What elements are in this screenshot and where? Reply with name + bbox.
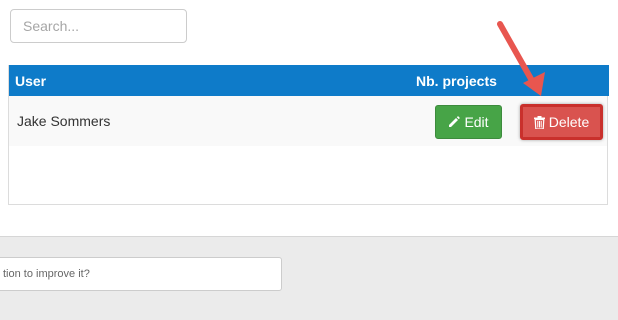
footer	[0, 236, 618, 320]
column-header-user: User	[15, 73, 47, 89]
user-name-cell: Jake Sommers	[17, 113, 111, 129]
column-header-projects: Nb. projects	[416, 73, 497, 89]
page: User Nb. projects Jake Sommers Edit	[0, 0, 618, 320]
feedback-input[interactable]	[0, 257, 282, 291]
edit-button[interactable]: Edit	[435, 105, 502, 139]
search-input[interactable]	[10, 9, 187, 43]
table-row: Jake Sommers Edit Delete	[9, 96, 607, 146]
trash-icon	[533, 115, 545, 129]
table-header: User Nb. projects	[9, 65, 609, 96]
delete-button[interactable]: Delete	[520, 104, 603, 140]
pencil-icon	[449, 116, 461, 127]
delete-button-label: Delete	[548, 114, 590, 130]
edit-button-label: Edit	[464, 114, 489, 130]
users-table: User Nb. projects Jake Sommers Edit Dele…	[8, 65, 609, 205]
